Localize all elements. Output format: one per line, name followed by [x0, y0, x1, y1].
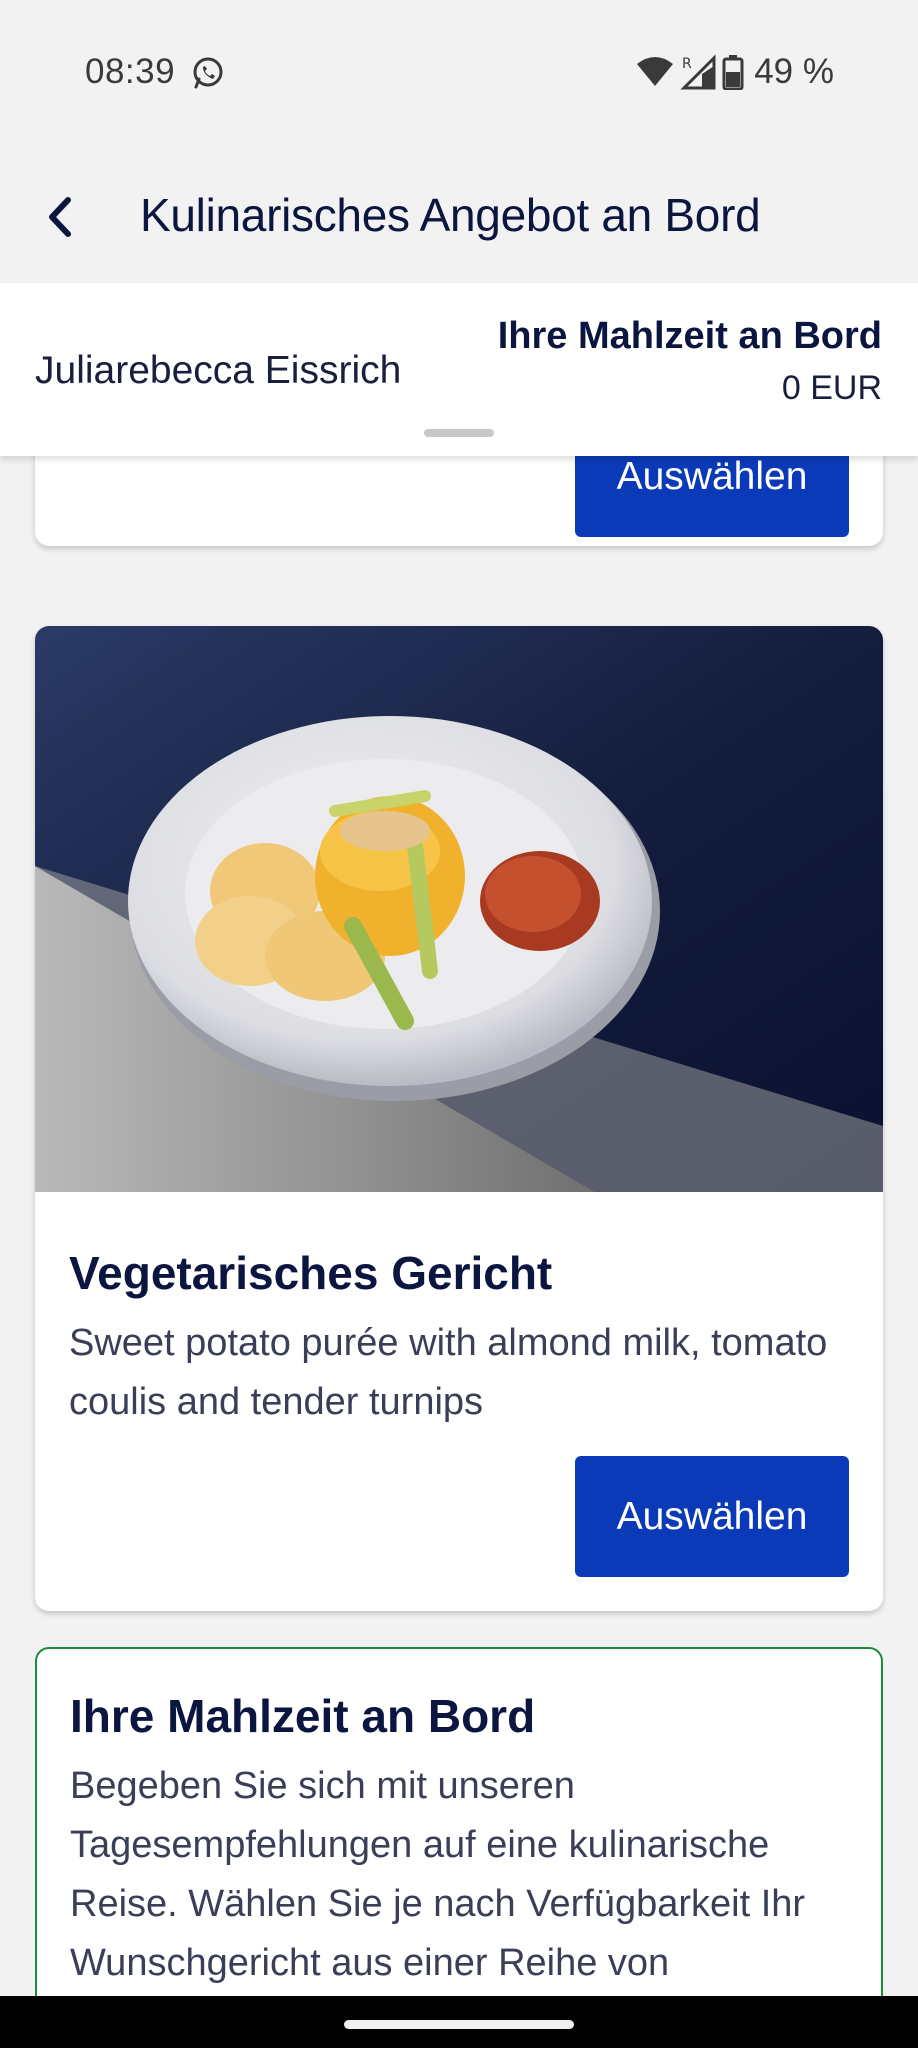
summary-price: 0 EUR [781, 369, 882, 407]
status-icons: R 49 % [636, 52, 834, 92]
battery-percentage: 49 % [754, 52, 834, 91]
drag-handle[interactable] [424, 429, 494, 437]
select-meal-button[interactable]: Auswählen [575, 1456, 849, 1577]
meal-list[interactable]: Auswählen Vegetarisches Gericht Sweet po… [0, 456, 918, 1996]
status-bar: 08:39 R 49 % [0, 0, 918, 150]
meal-card-vegetarian: Vegetarisches Gericht Sweet potato purée… [35, 626, 883, 1611]
select-meal-button[interactable]: Auswählen [575, 456, 849, 537]
info-card: Ihre Mahlzeit an Bord Begeben Sie sich m… [35, 1647, 883, 1996]
home-gesture-pill[interactable] [344, 2020, 574, 2029]
dish-image [35, 626, 883, 1192]
meal-card: Auswählen [35, 456, 883, 546]
status-time: 08:39 [85, 52, 176, 91]
chevron-left-icon[interactable] [40, 192, 80, 242]
info-text: Begeben Sie sich mit unseren Tagesempfeh… [70, 1765, 806, 1984]
info-title: Ihre Mahlzeit an Bord [70, 1690, 536, 1742]
dish-description: Sweet potato purée with almond milk, tom… [69, 1322, 828, 1423]
meal-summary-panel[interactable]: Juliarebecca Eissrich Ihre Mahlzeit an B… [0, 283, 918, 456]
passenger-name: Juliarebecca Eissrich [35, 349, 402, 392]
summary-meal-title: Ihre Mahlzeit an Bord [497, 315, 882, 357]
battery-icon [722, 55, 744, 90]
dish-title: Vegetarisches Gericht [69, 1247, 553, 1299]
wifi-icon [637, 57, 674, 86]
app-bar: Kulinarisches Angebot an Bord [0, 150, 918, 283]
system-nav-bar [0, 1996, 918, 2048]
signal-roaming-icon: R [680, 54, 716, 90]
svg-text:R: R [682, 56, 692, 72]
whatsapp-icon [193, 57, 223, 89]
page-title: Kulinarisches Angebot an Bord [140, 189, 761, 241]
